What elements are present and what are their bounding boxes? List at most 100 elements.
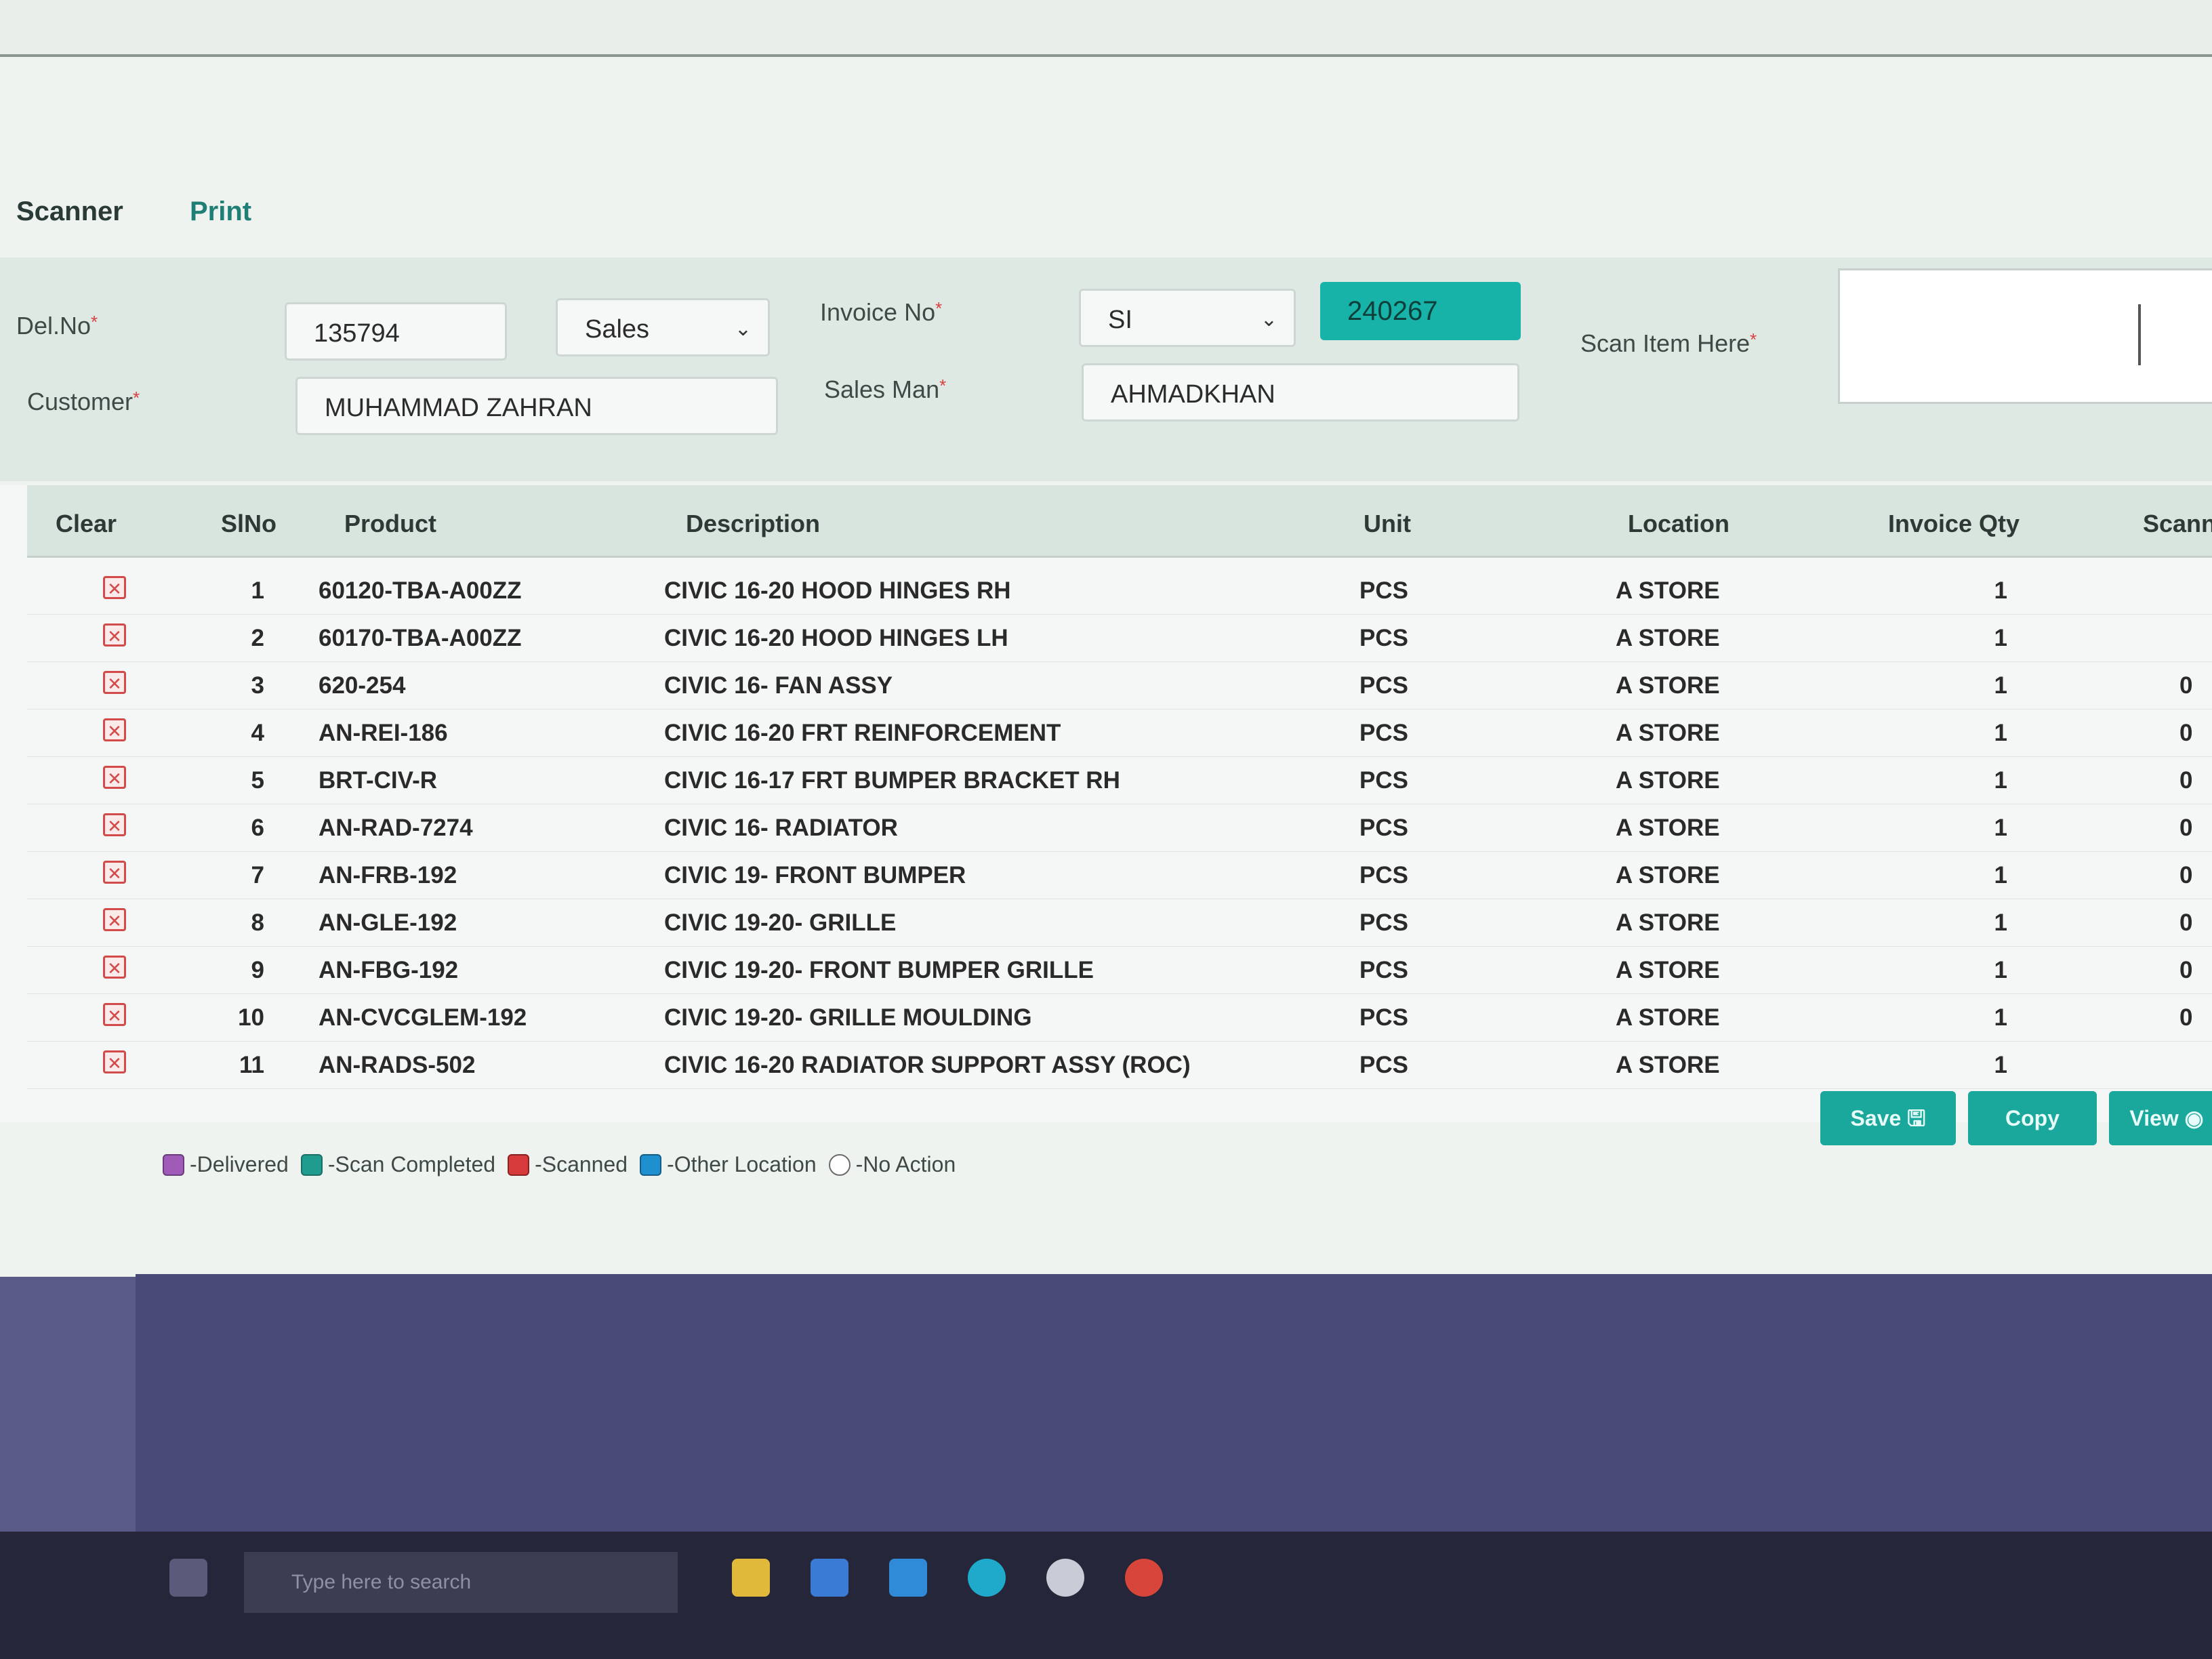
clear-row-icon[interactable]: ✕ [103,1050,126,1073]
start-icon[interactable] [169,1559,207,1597]
cell-slno: 5 [251,767,264,794]
cell-location: A STORE [1616,767,1720,794]
header-slno: SlNo [221,510,277,537]
clear-row-icon[interactable]: ✕ [103,813,126,836]
tab-scanner[interactable]: Scanner [0,190,140,234]
cell-location: A STORE [1616,862,1720,888]
tab-print[interactable]: Print [173,190,268,234]
no-action-swatch-icon [828,1153,851,1176]
clear-row-icon[interactable]: ✕ [103,671,126,694]
taskbar-search[interactable]: Type here to search [244,1552,678,1613]
chrome-icon[interactable] [1125,1559,1163,1597]
cell-invoice-qty: 1 [1994,1004,2007,1031]
table-row[interactable]: ✕ 11 AN-RADS-502 CIVIC 16-20 RADIATOR SU… [27,1041,2212,1089]
cell-slno: 7 [251,862,264,888]
cell-invoice-qty: 1 [1994,862,2007,888]
legend-scan-completed: -Scan Completed [327,1152,496,1176]
del-no-label: Del.No* [16,312,98,340]
cell-product: AN-RADS-502 [319,1052,476,1078]
legend-scanned: -Scanned [535,1152,628,1176]
cell-product: AN-RAD-7274 [319,815,473,841]
clear-row-icon[interactable]: ✕ [103,956,126,979]
legend-no-action: -No Action [855,1152,956,1176]
header-unit: Unit [1364,510,1411,537]
scan-item-input[interactable] [1838,268,2212,404]
cell-unit: PCS [1359,720,1408,746]
items-grid: Clear SlNo Product Description Unit Loca… [0,485,2212,1122]
header-scanned: Scann [2143,510,2212,537]
edge-icon[interactable] [968,1559,1006,1597]
scan-item-label: Scan Item Here* [1580,329,1757,357]
cell-unit: PCS [1359,1004,1408,1031]
cell-location: A STORE [1616,909,1720,936]
table-row[interactable]: ✕ 3 620-254 CIVIC 16- FAN ASSY PCS A STO… [27,661,2212,710]
legend-other-location: -Other Location [667,1152,817,1176]
invoice-type-select[interactable]: SI ⌄ [1079,289,1296,347]
cell-location: A STORE [1616,720,1720,746]
cell-slno: 4 [251,720,264,746]
legend-delivered: -Delivered [190,1152,289,1176]
clear-row-icon[interactable]: ✕ [103,623,126,647]
customer-label: Customer* [27,388,140,415]
cell-product: AN-CVCGLEM-192 [319,1004,527,1031]
table-row[interactable]: ✕ 1 60120-TBA-A00ZZ CIVIC 16-20 HOOD HIN… [27,567,2212,615]
cell-location: A STORE [1616,957,1720,983]
clear-row-icon[interactable]: ✕ [103,576,126,599]
chevron-down-icon: ⌄ [734,318,752,340]
chevron-down-icon: ⌄ [1260,308,1277,331]
cell-scanned: 0 [2179,1004,2193,1031]
del-type-select[interactable]: Sales ⌄ [556,298,770,356]
cell-unit: PCS [1359,1052,1408,1078]
invoice-type-value: SI [1108,306,1132,334]
cell-slno: 1 [251,577,264,604]
clear-row-icon[interactable]: ✕ [103,1003,126,1026]
clear-row-icon[interactable]: ✕ [103,861,126,884]
cell-slno: 6 [251,815,264,841]
store-icon[interactable] [811,1559,848,1597]
monitor-bezel [0,0,2212,57]
cell-product: 60120-TBA-A00ZZ [319,577,522,604]
table-row[interactable]: ✕ 7 AN-FRB-192 CIVIC 19- FRONT BUMPER PC… [27,851,2212,899]
table-row[interactable]: ✕ 2 60170-TBA-A00ZZ CIVIC 16-20 HOOD HIN… [27,614,2212,662]
cell-product: AN-FBG-192 [319,957,459,983]
cell-invoice-qty: 1 [1994,672,2007,699]
cell-scanned: 0 [2179,720,2193,746]
sales-man-field[interactable]: AHMADKHAN [1082,363,1519,422]
cell-unit: PCS [1359,862,1408,888]
cell-product: AN-GLE-192 [319,909,457,936]
save-button[interactable]: Save 🖫 [1820,1091,1956,1145]
save-icon: 🖫 [1907,1106,1926,1130]
cell-unit: PCS [1359,672,1408,699]
table-row[interactable]: ✕ 5 BRT-CIV-R CIVIC 16-17 FRT BUMPER BRA… [27,756,2212,804]
invoice-number-field[interactable]: 240267 [1320,282,1521,340]
cell-description: CIVIC 19-20- GRILLE [664,909,897,936]
cell-slno: 3 [251,672,264,699]
view-button[interactable]: View ◉ [2109,1091,2212,1145]
clear-row-icon[interactable]: ✕ [103,766,126,789]
header-location: Location [1628,510,1729,537]
clear-row-icon[interactable]: ✕ [103,908,126,931]
cell-location: A STORE [1616,577,1720,604]
cell-unit: PCS [1359,625,1408,651]
taskbar: Type here to search [0,1532,2212,1659]
cell-scanned: 0 [2179,862,2193,888]
mail-icon[interactable] [889,1559,927,1597]
clear-row-icon[interactable]: ✕ [103,718,126,741]
customer-field[interactable]: MUHAMMAD ZAHRAN [295,377,778,435]
cell-unit: PCS [1359,909,1408,936]
table-row[interactable]: ✕ 9 AN-FBG-192 CIVIC 19-20- FRONT BUMPER… [27,946,2212,994]
table-row[interactable]: ✕ 4 AN-REI-186 CIVIC 16-20 FRT REINFORCE… [27,709,2212,757]
cell-invoice-qty: 1 [1994,957,2007,983]
del-no-field[interactable]: 135794 [285,302,507,361]
cell-slno: 9 [251,957,264,983]
table-row[interactable]: ✕ 6 AN-RAD-7274 CIVIC 16- RADIATOR PCS A… [27,804,2212,852]
cell-invoice-qty: 1 [1994,625,2007,651]
file-explorer-icon[interactable] [732,1559,770,1597]
cell-invoice-qty: 1 [1994,909,2007,936]
app-icon[interactable] [1046,1559,1084,1597]
cell-invoice-qty: 1 [1994,1052,2007,1078]
copy-button[interactable]: Copy [1968,1091,2097,1145]
header-clear: Clear [56,510,117,537]
table-row[interactable]: ✕ 10 AN-CVCGLEM-192 CIVIC 19-20- GRILLE … [27,994,2212,1042]
table-row[interactable]: ✕ 8 AN-GLE-192 CIVIC 19-20- GRILLE PCS A… [27,899,2212,947]
